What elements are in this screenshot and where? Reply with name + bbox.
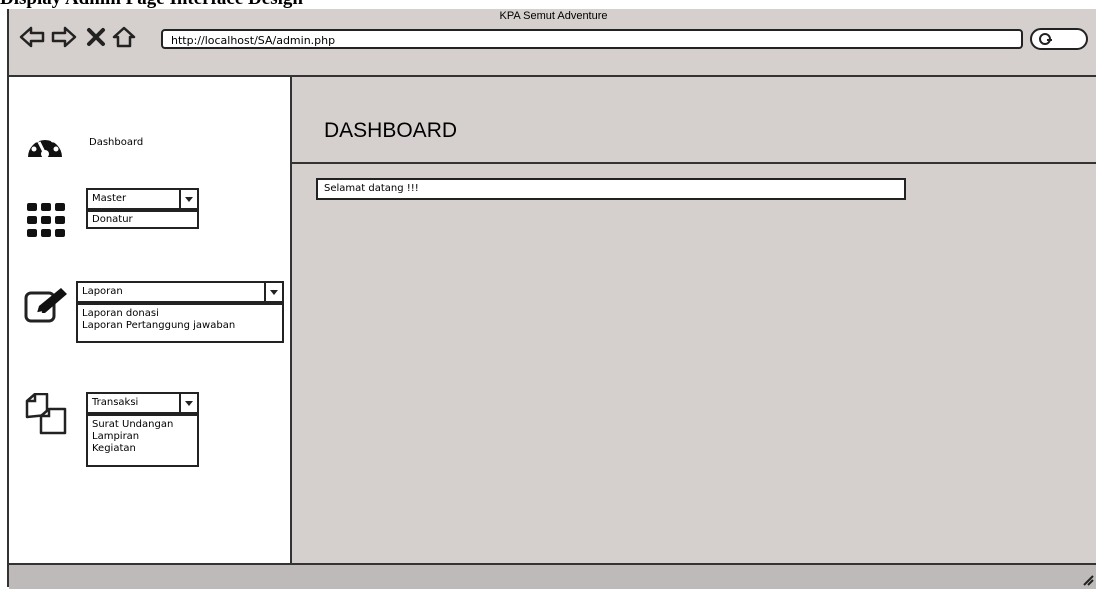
back-arrow-icon[interactable]: [19, 25, 45, 49]
window-title: KPA Semut Adventure: [499, 10, 608, 22]
resize-handle-icon[interactable]: [1082, 574, 1094, 586]
transaksi-selected: Transaksi: [92, 397, 139, 408]
chevron-down-icon[interactable]: [179, 394, 197, 412]
dashboard-gauge-icon: [27, 133, 62, 158]
main-content: DASHBOARD Selamat datang !!!: [292, 77, 1096, 563]
search-icon: [1039, 33, 1052, 45]
chevron-down-icon[interactable]: [179, 190, 197, 208]
grid-icon: [27, 203, 65, 237]
transaksi-options: Surat Undangan Lampiran Kegiatan: [86, 414, 199, 467]
sidebar: Dashboard Master Donatur Laporan Laporan…: [9, 77, 292, 563]
copy-icon: [25, 393, 67, 435]
laporan-options: Laporan donasi Laporan Pertanggung jawab…: [76, 303, 284, 343]
browser-window: KPA Semut Adventure http://localhost/SA/…: [7, 9, 1096, 589]
laporan-option-donasi[interactable]: Laporan donasi: [82, 308, 278, 320]
chevron-down-icon[interactable]: [264, 283, 282, 301]
laporan-dropdown[interactable]: Laporan: [76, 281, 284, 303]
forward-arrow-icon[interactable]: [51, 25, 77, 49]
transaksi-dropdown[interactable]: Transaksi: [86, 392, 199, 414]
status-bar: [9, 563, 1096, 589]
transaksi-option-lampiran[interactable]: Lampiran: [92, 431, 193, 443]
page-title: DASHBOARD: [324, 119, 458, 142]
title-divider: [292, 162, 1096, 164]
search-button[interactable]: [1030, 28, 1088, 50]
master-option-donatur[interactable]: Donatur: [92, 213, 193, 227]
master-options: Donatur: [86, 210, 199, 229]
laporan-option-pertanggung-jawaban[interactable]: Laporan Pertanggung jawaban: [82, 320, 278, 332]
welcome-message-box: Selamat datang !!!: [316, 178, 906, 200]
close-icon[interactable]: [86, 27, 106, 47]
browser-toolbar: KPA Semut Adventure http://localhost/SA/…: [9, 9, 1096, 77]
master-dropdown[interactable]: Master: [86, 188, 199, 210]
transaksi-option-kegiatan[interactable]: Kegiatan: [92, 443, 193, 455]
address-bar[interactable]: http://localhost/SA/admin.php: [161, 29, 1023, 49]
edit-icon: [24, 288, 67, 323]
home-icon[interactable]: [111, 25, 137, 49]
laporan-selected: Laporan: [82, 286, 123, 297]
sidebar-dashboard-link[interactable]: Dashboard: [89, 137, 143, 148]
transaksi-option-surat-undangan[interactable]: Surat Undangan: [92, 419, 193, 431]
master-selected: Master: [92, 193, 127, 204]
